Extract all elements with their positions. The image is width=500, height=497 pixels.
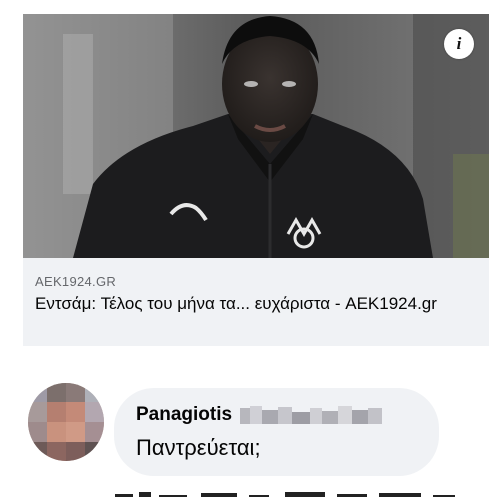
pixelated-avatar-image bbox=[28, 383, 104, 461]
footballer-photo bbox=[23, 14, 489, 258]
link-preview-image[interactable]: i bbox=[23, 14, 489, 258]
info-icon[interactable]: i bbox=[444, 29, 474, 59]
link-title[interactable]: Εντσάμ: Τέλος του μήνα τα... ευχάριστα -… bbox=[35, 293, 475, 315]
comment-bubble[interactable]: Panagiotis Παντρεύεται; bbox=[114, 388, 439, 476]
link-preview-card[interactable]: i AEK1924.GR Εντσάμ: Τέλος του μήνα τα..… bbox=[23, 14, 489, 346]
link-meta[interactable]: AEK1924.GR Εντσάμ: Τέλος του μήνα τα... … bbox=[35, 273, 475, 315]
comment: Panagiotis Παντρεύεται; bbox=[28, 383, 498, 497]
blurred-surname bbox=[240, 404, 390, 426]
comment-author[interactable]: Panagiotis bbox=[136, 404, 232, 426]
avatar[interactable] bbox=[28, 383, 104, 461]
link-domain: AEK1924.GR bbox=[35, 274, 117, 289]
comment-text: Παντρεύεται; bbox=[136, 435, 261, 460]
next-comment-cutoff bbox=[115, 488, 465, 497]
